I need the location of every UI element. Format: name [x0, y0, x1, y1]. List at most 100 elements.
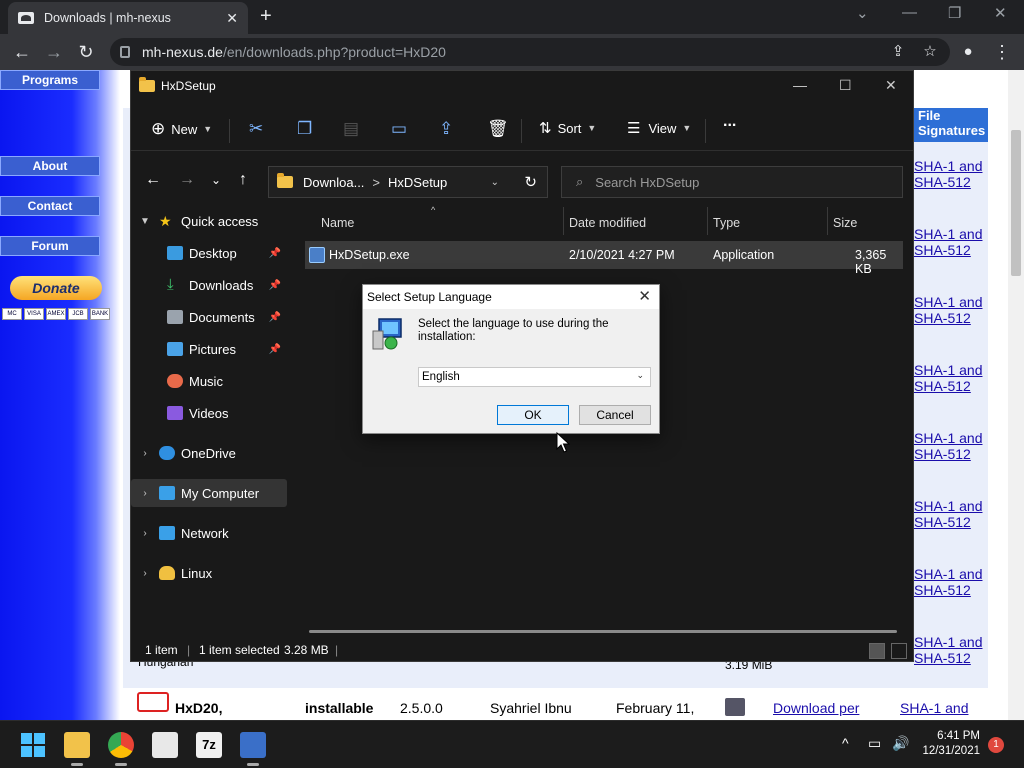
- breadcrumb-hxdsetup[interactable]: HxDSetup: [388, 175, 447, 190]
- store-icon[interactable]: [152, 732, 178, 758]
- new-tab-button[interactable]: +: [260, 6, 272, 26]
- sha-link[interactable]: SHA-1 and: [914, 498, 982, 514]
- display-icon[interactable]: ▭: [868, 735, 881, 752]
- column-header-size[interactable]: Size: [833, 216, 857, 230]
- more-options-button[interactable]: ...: [723, 113, 736, 131]
- sha-link[interactable]: SHA-1 and: [914, 294, 982, 310]
- paste-button[interactable]: ▤: [343, 119, 359, 139]
- sha-link[interactable]: SHA-1 and: [914, 226, 982, 242]
- address-bar[interactable]: mh-nexus.de/en/downloads.php?product=HxD…: [110, 38, 950, 66]
- file-row[interactable]: HxDSetup.exe 2/10/2021 4:27 PM Applicati…: [305, 241, 903, 276]
- browser-tab[interactable]: Downloads | mh-nexus ✕: [8, 2, 248, 34]
- chevron-up-icon[interactable]: ^: [842, 735, 849, 751]
- sha-link[interactable]: SHA-512: [914, 378, 971, 394]
- sha-link[interactable]: SHA-1 and: [900, 700, 968, 716]
- sha-link[interactable]: SHA-512: [914, 310, 971, 326]
- chrome-menu-icon[interactable]: ⋮: [990, 40, 1014, 64]
- system-clock[interactable]: 6:41 PM 12/31/2021: [918, 729, 980, 759]
- page-scrollbar[interactable]: [1008, 70, 1024, 720]
- tab-close-icon[interactable]: ✕: [226, 10, 238, 27]
- sha-link[interactable]: SHA-512: [914, 242, 971, 258]
- chrome-icon[interactable]: [108, 732, 134, 766]
- share-icon[interactable]: ⇪: [886, 40, 910, 64]
- forward-icon[interactable]: →: [42, 40, 66, 64]
- sort-button[interactable]: ⇅ Sort ▼: [539, 119, 596, 137]
- nav-forum[interactable]: Forum: [0, 236, 100, 256]
- sidebar-item-onedrive[interactable]: › OneDrive: [131, 439, 287, 467]
- sidebar-item-desktop[interactable]: Desktop 📌: [131, 239, 287, 267]
- sidebar-item-quick-access[interactable]: ▼ ★ Quick access: [131, 207, 287, 235]
- dialog-close-icon[interactable]: ✕: [638, 287, 651, 305]
- column-header-date[interactable]: Date modified: [569, 216, 646, 230]
- sha-link[interactable]: SHA-512: [914, 174, 971, 190]
- sidebar-item-videos[interactable]: Videos: [131, 399, 287, 427]
- column-divider[interactable]: [563, 207, 564, 235]
- column-divider[interactable]: [827, 207, 828, 235]
- recent-locations-icon[interactable]: ⌄: [211, 173, 221, 187]
- sidebar-item-music[interactable]: Music: [131, 367, 287, 395]
- search-input[interactable]: ⌕ Search HxDSetup: [561, 166, 903, 198]
- address-box[interactable]: Downloa... > HxDSetup ⌄ ↻: [268, 166, 548, 198]
- sha-link[interactable]: SHA-1 and: [914, 566, 982, 582]
- donate-button[interactable]: Donate: [10, 276, 102, 300]
- nav-about[interactable]: About: [0, 156, 100, 176]
- breadcrumb-downloads[interactable]: Downloa...: [303, 175, 364, 190]
- nav-programs[interactable]: Programs: [0, 70, 100, 90]
- back-icon[interactable]: ←: [145, 171, 161, 189]
- reload-icon[interactable]: ↻: [74, 40, 98, 64]
- rename-button[interactable]: ▭: [391, 119, 407, 139]
- chevron-down-icon[interactable]: ⌄: [491, 177, 499, 188]
- column-header-type[interactable]: Type: [713, 216, 740, 230]
- hxd-setup-icon[interactable]: [240, 732, 266, 766]
- tiles-view-icon[interactable]: [891, 643, 907, 659]
- scrollbar-thumb[interactable]: [1011, 130, 1021, 276]
- forward-icon[interactable]: →: [179, 171, 195, 189]
- nav-contact[interactable]: Contact: [0, 196, 100, 216]
- sidebar-item-network[interactable]: › Network: [131, 519, 287, 547]
- view-button[interactable]: ☰ View ▼: [627, 119, 691, 137]
- sha-link[interactable]: SHA-512: [914, 582, 971, 598]
- minimize-icon[interactable]: —: [793, 77, 807, 93]
- close-icon[interactable]: ✕: [885, 77, 897, 94]
- restore-browser-icon[interactable]: ❐: [948, 4, 961, 22]
- sha-link[interactable]: SHA-512: [914, 650, 971, 666]
- 7zip-icon[interactable]: 7z: [196, 732, 222, 758]
- new-button[interactable]: ⊕ New ▼: [151, 119, 212, 139]
- sidebar-item-documents[interactable]: Documents 📌: [131, 303, 287, 331]
- back-icon[interactable]: ←: [10, 40, 34, 64]
- notification-badge[interactable]: 1: [988, 737, 1004, 753]
- profile-icon[interactable]: ●: [956, 40, 980, 64]
- sidebar-item-my-computer[interactable]: › My Computer: [131, 479, 287, 507]
- bookmark-star-icon[interactable]: ☆: [918, 40, 942, 64]
- volume-icon[interactable]: 🔊: [892, 735, 909, 752]
- maximize-icon[interactable]: ☐: [839, 77, 852, 94]
- horizontal-scrollbar[interactable]: [309, 630, 897, 633]
- file-explorer-icon[interactable]: [64, 732, 90, 766]
- details-view-icon[interactable]: [869, 643, 885, 659]
- ok-button[interactable]: OK: [497, 405, 569, 425]
- share-button[interactable]: ⇪: [439, 119, 453, 139]
- windows-start-icon[interactable]: [20, 732, 46, 758]
- delete-button[interactable]: 🗑: [487, 119, 509, 139]
- sha-link[interactable]: SHA-1 and: [914, 634, 982, 650]
- sha-link[interactable]: SHA-512: [914, 514, 971, 530]
- column-header-name[interactable]: Name: [321, 216, 354, 230]
- tab-search-icon[interactable]: ⌄: [856, 4, 869, 22]
- sidebar-item-linux[interactable]: › Linux: [131, 559, 287, 587]
- cut-button[interactable]: ✂: [249, 119, 263, 139]
- sidebar-item-downloads[interactable]: ⤓ Downloads 📌: [131, 271, 287, 299]
- language-select[interactable]: English ⌄: [418, 367, 651, 387]
- sha-link[interactable]: SHA-1 and: [914, 362, 982, 378]
- cancel-button[interactable]: Cancel: [579, 405, 651, 425]
- refresh-icon[interactable]: ↻: [524, 173, 537, 191]
- up-icon[interactable]: ↑: [239, 171, 247, 189]
- column-divider[interactable]: [707, 207, 708, 235]
- sha-link[interactable]: SHA-1 and: [914, 430, 982, 446]
- download-link[interactable]: Download per: [773, 700, 859, 716]
- close-browser-icon[interactable]: ✕: [994, 4, 1007, 22]
- minimize-browser-icon[interactable]: —: [902, 4, 917, 21]
- sha-link[interactable]: SHA-512: [914, 446, 971, 462]
- sha-link[interactable]: SHA-1 and: [914, 158, 982, 174]
- copy-button[interactable]: ❐: [297, 119, 312, 139]
- sidebar-item-pictures[interactable]: Pictures 📌: [131, 335, 287, 363]
